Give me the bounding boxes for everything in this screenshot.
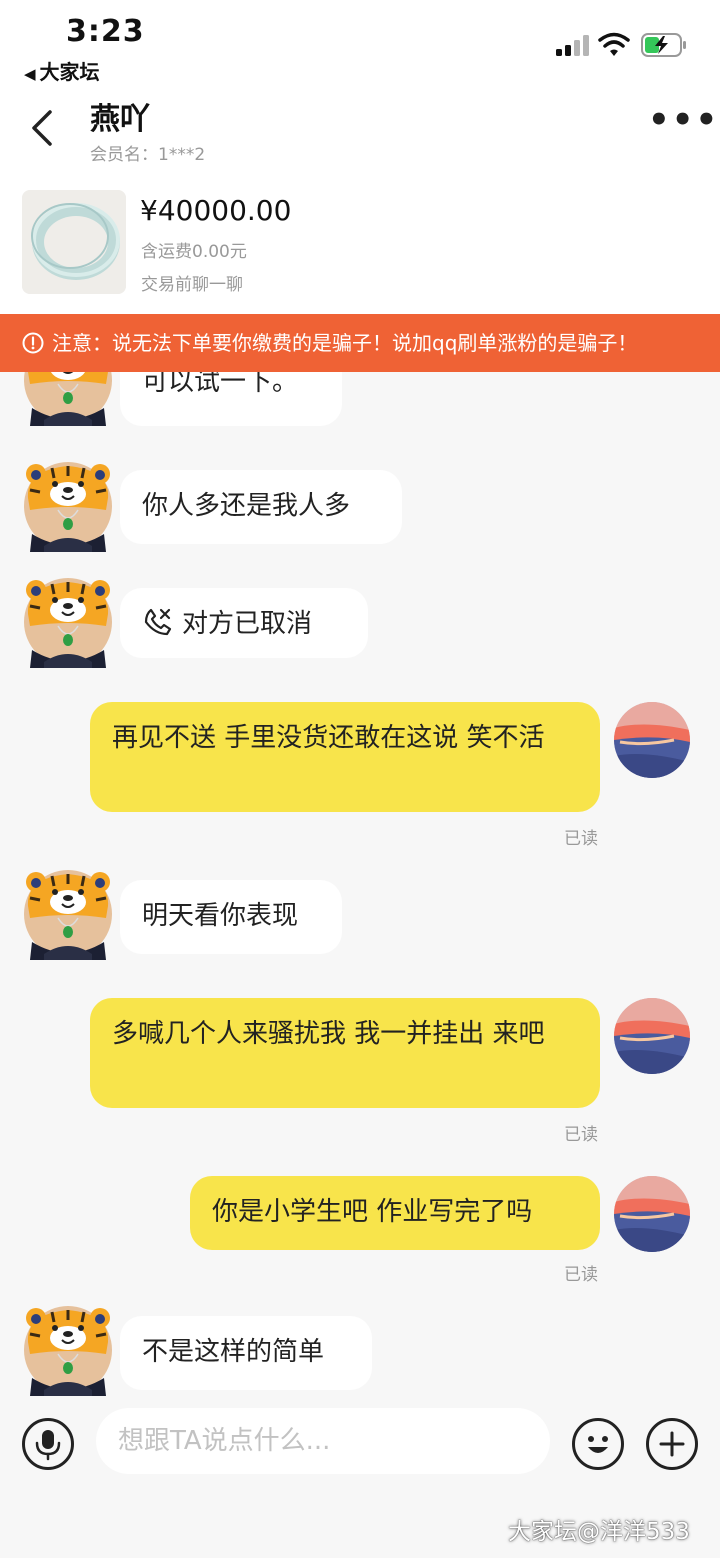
alert-circle-icon bbox=[22, 332, 44, 354]
read-status: 已读 bbox=[564, 829, 598, 849]
warning-text: 注意：说无法下单要你缴费的是骗子！说加qq刷单涨粉的是骗子！ bbox=[52, 331, 638, 355]
page-title: 燕吖 bbox=[90, 102, 150, 137]
jade-bangle-photo[interactable] bbox=[22, 190, 126, 294]
fraud-warning-banner: 注意：说无法下单要你缴费的是骗子！说加qq刷单涨粉的是骗子！ bbox=[0, 314, 720, 372]
message-bubble[interactable]: 可以试一下。 bbox=[120, 372, 342, 426]
message-bubble[interactable]: 再见不送 手里没货还敢在这说 笑不活 bbox=[90, 702, 600, 812]
back-to-app-link[interactable]: ◀ 大家坛 bbox=[24, 56, 100, 85]
more-dots-icon[interactable]: ••• bbox=[648, 103, 717, 146]
watermark: 大家坛@洋洋533 bbox=[508, 1519, 690, 1545]
product-price: ¥40000.00 bbox=[140, 194, 292, 227]
plus-icon[interactable] bbox=[646, 1418, 698, 1470]
sender-avatar[interactable] bbox=[22, 576, 114, 668]
member-name: 会员名：1***2 bbox=[90, 145, 206, 165]
battery-charging-icon bbox=[641, 33, 686, 57]
my-avatar[interactable] bbox=[614, 998, 690, 1074]
sender-avatar[interactable] bbox=[22, 372, 114, 426]
read-status: 已读 bbox=[564, 1125, 598, 1145]
message-text: 多喊几个人来骚扰我 我一并挂出 来吧 bbox=[112, 1019, 545, 1049]
sender-avatar[interactable] bbox=[22, 1304, 114, 1396]
product-card[interactable]: ¥40000.00 含运费0.00元 交易前聊一聊 bbox=[0, 174, 720, 314]
wifi-icon bbox=[598, 32, 630, 56]
message-text: 不是这样的简单 bbox=[142, 1337, 325, 1367]
message-text: 你人多还是我人多 bbox=[142, 491, 351, 521]
message-bubble[interactable]: 你是小学生吧 作业写完了吗 bbox=[190, 1176, 600, 1250]
chat-before-trade: 交易前聊一聊 bbox=[141, 275, 243, 295]
shipping-fee: 含运费0.00元 bbox=[141, 242, 247, 262]
microphone-icon[interactable] bbox=[22, 1418, 74, 1470]
message-text: 明天看你表现 bbox=[142, 901, 299, 931]
message-bubble[interactable]: 多喊几个人来骚扰我 我一并挂出 来吧 bbox=[90, 998, 600, 1108]
emoji-smile-icon[interactable] bbox=[572, 1418, 624, 1470]
sender-avatar[interactable] bbox=[22, 868, 114, 960]
message-text: 你是小学生吧 作业写完了吗 bbox=[212, 1197, 533, 1227]
call-record-bubble[interactable]: 对方已取消 bbox=[120, 588, 368, 658]
sender-avatar[interactable] bbox=[22, 460, 114, 552]
chevron-left-icon[interactable] bbox=[24, 106, 60, 150]
status-bar: 3:23 ◀ 大家坛 bbox=[0, 0, 720, 86]
message-list[interactable]: 可以试一下。 你人多还是我人多 对方已取消 再见不送 手里没货还敢在这说 笑不活… bbox=[0, 372, 720, 1406]
back-triangle-icon: ◀ bbox=[24, 65, 36, 83]
message-text: 再见不送 手里没货还敢在这说 笑不活 bbox=[112, 723, 545, 753]
back-app-label: 大家坛 bbox=[39, 60, 100, 84]
message-bubble[interactable]: 不是这样的简单 bbox=[120, 1316, 372, 1390]
message-bubble[interactable]: 明天看你表现 bbox=[120, 880, 342, 954]
my-avatar[interactable] bbox=[614, 1176, 690, 1252]
message-input[interactable] bbox=[96, 1408, 550, 1474]
my-avatar[interactable] bbox=[614, 702, 690, 778]
phone-cancel-icon bbox=[144, 608, 172, 636]
cellular-signal-icon bbox=[556, 34, 592, 56]
chat-header: 燕吖 会员名：1***2 ••• bbox=[0, 86, 720, 174]
message-bubble[interactable]: 你人多还是我人多 bbox=[120, 470, 402, 544]
message-text: 可以试一下。 bbox=[142, 372, 299, 397]
status-time: 3:23 bbox=[66, 14, 145, 49]
read-status: 已读 bbox=[564, 1265, 598, 1285]
message-text: 对方已取消 bbox=[182, 609, 313, 639]
